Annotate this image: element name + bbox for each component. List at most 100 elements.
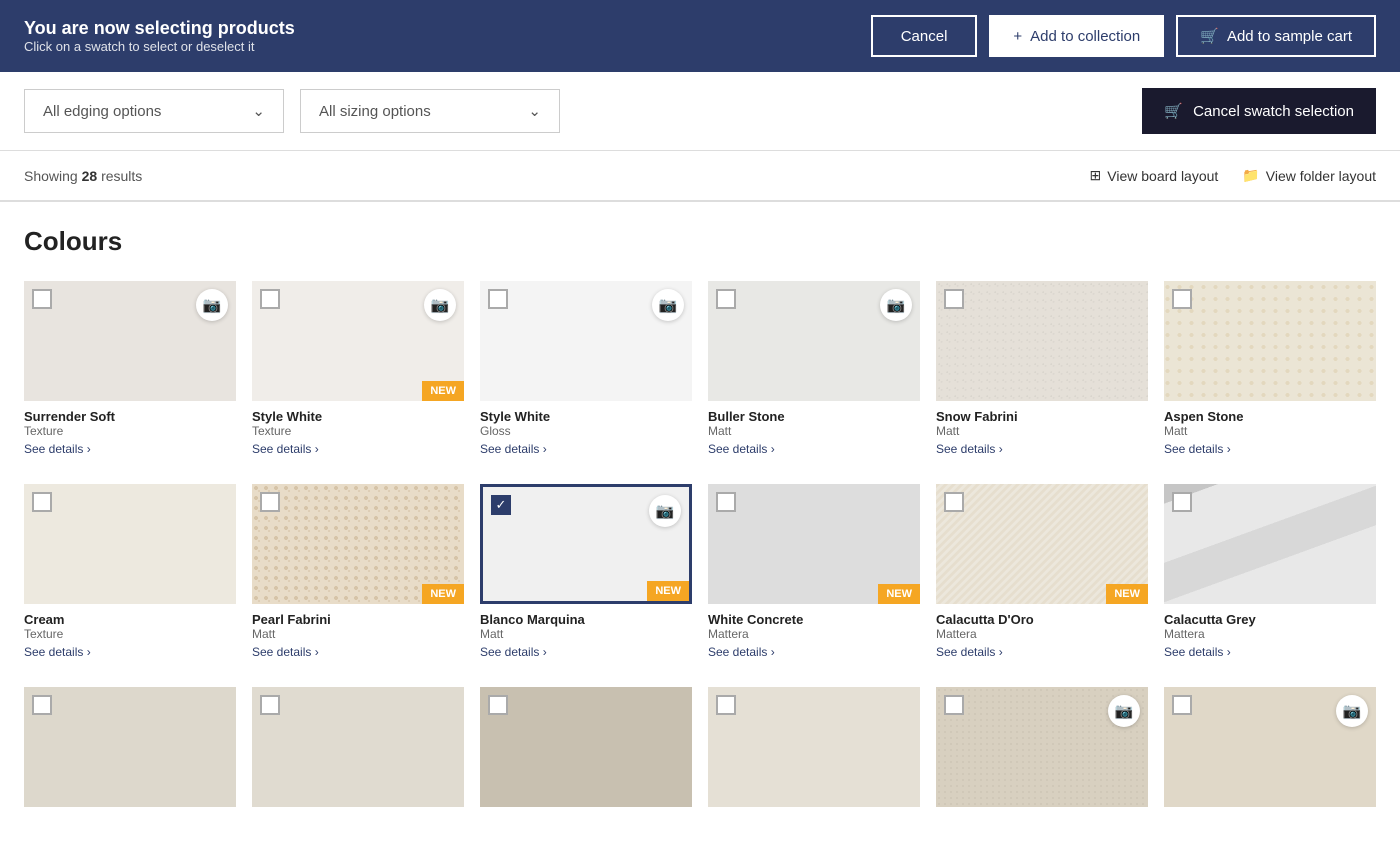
filters-bar: All edging options ⌄ All sizing options …	[0, 72, 1400, 151]
product-checkbox[interactable]	[260, 695, 280, 715]
view-board-layout-button[interactable]: ⊞ View board layout	[1090, 167, 1219, 184]
product-checkbox[interactable]	[716, 695, 736, 715]
product-see-details-link[interactable]: See details ›	[24, 442, 236, 456]
product-image-wrap: NEW	[252, 484, 464, 604]
cancel-swatch-label: Cancel swatch selection	[1193, 103, 1354, 120]
product-image-wrap	[708, 687, 920, 807]
new-badge: NEW	[1106, 584, 1148, 604]
top-bar: You are now selecting products Click on …	[0, 0, 1400, 72]
product-see-details-link[interactable]: See details ›	[480, 645, 692, 659]
product-info: Snow FabriniMattSee details ›	[936, 401, 1148, 460]
product-card[interactable]: 📷	[936, 687, 1148, 807]
add-to-collection-button[interactable]: + Add to collection	[989, 15, 1164, 57]
results-bar: Showing 28 results ⊞ View board layout 📁…	[0, 151, 1400, 202]
product-info: Style WhiteTextureSee details ›	[252, 401, 464, 460]
product-name: Blanco Marquina	[480, 612, 692, 627]
product-checkbox[interactable]	[716, 289, 736, 309]
product-see-details-link[interactable]: See details ›	[480, 442, 692, 456]
add-to-collection-label: Add to collection	[1030, 28, 1140, 45]
product-card[interactable]: NEWWhite ConcreteMatteraSee details ›	[708, 484, 920, 663]
product-checkbox[interactable]	[1172, 492, 1192, 512]
product-card[interactable]: NEWCalacutta D'OroMatteraSee details ›	[936, 484, 1148, 663]
product-checkbox[interactable]	[260, 289, 280, 309]
product-info: CreamTextureSee details ›	[24, 604, 236, 663]
product-see-details-link[interactable]: See details ›	[252, 442, 464, 456]
product-image-wrap: 📷NEW	[252, 281, 464, 401]
product-image-wrap: 📷	[936, 687, 1148, 807]
product-info: Style WhiteGlossSee details ›	[480, 401, 692, 460]
board-icon: ⊞	[1090, 167, 1102, 184]
product-see-details-link[interactable]: See details ›	[708, 645, 920, 659]
product-card[interactable]: 📷	[1164, 687, 1376, 807]
product-checkbox[interactable]	[1172, 289, 1192, 309]
product-info: White ConcreteMatteraSee details ›	[708, 604, 920, 663]
add-to-sample-cart-button[interactable]: 🛒 Add to sample cart	[1176, 15, 1376, 57]
product-card[interactable]	[24, 687, 236, 807]
top-bar-left: You are now selecting products Click on …	[24, 18, 295, 54]
edging-options-dropdown[interactable]: All edging options ⌄	[24, 89, 284, 133]
folder-icon: 📁	[1242, 167, 1259, 184]
product-checkbox[interactable]	[32, 695, 52, 715]
product-swatch	[1164, 281, 1376, 401]
product-card[interactable]: Aspen StoneMattSee details ›	[1164, 281, 1376, 460]
camera-icon[interactable]: 📷	[652, 289, 684, 321]
product-checkbox[interactable]	[260, 492, 280, 512]
product-card[interactable]: 📷 Style WhiteGlossSee details ›	[480, 281, 692, 460]
product-image-wrap: NEW	[708, 484, 920, 604]
product-card[interactable]: 📷 Buller StoneMattSee details ›	[708, 281, 920, 460]
camera-icon[interactable]: 📷	[196, 289, 228, 321]
product-see-details-link[interactable]: See details ›	[24, 645, 236, 659]
product-info: Buller StoneMattSee details ›	[708, 401, 920, 460]
product-image-wrap	[1164, 484, 1376, 604]
product-checkbox[interactable]	[488, 289, 508, 309]
camera-icon[interactable]: 📷	[424, 289, 456, 321]
collection-icon: +	[1013, 28, 1022, 45]
sizing-options-dropdown[interactable]: All sizing options ⌄	[300, 89, 560, 133]
product-name: White Concrete	[708, 612, 920, 627]
product-name: Snow Fabrini	[936, 409, 1148, 424]
product-checkbox[interactable]	[944, 289, 964, 309]
product-card[interactable]: CreamTextureSee details ›	[24, 484, 236, 663]
product-see-details-link[interactable]: See details ›	[252, 645, 464, 659]
product-checkbox[interactable]	[488, 695, 508, 715]
cart-icon: 🛒	[1164, 102, 1183, 120]
product-checkbox[interactable]: ✓	[491, 495, 511, 515]
camera-icon[interactable]: 📷	[1336, 695, 1368, 727]
product-checkbox[interactable]	[32, 289, 52, 309]
product-type: Matt	[480, 627, 692, 641]
products-row-2: CreamTextureSee details ›NEWPearl Fabrin…	[24, 484, 1376, 663]
camera-icon[interactable]: 📷	[649, 495, 681, 527]
product-checkbox[interactable]	[1172, 695, 1192, 715]
cancel-top-button[interactable]: Cancel	[871, 15, 978, 57]
product-checkbox[interactable]	[944, 695, 964, 715]
product-see-details-link[interactable]: See details ›	[1164, 645, 1376, 659]
product-card[interactable]: 📷NEWStyle WhiteTextureSee details ›	[252, 281, 464, 460]
product-card[interactable]	[708, 687, 920, 807]
product-card[interactable]: Calacutta GreyMatteraSee details ›	[1164, 484, 1376, 663]
product-image-wrap: ✓📷NEW	[480, 484, 692, 604]
camera-icon[interactable]: 📷	[1108, 695, 1140, 727]
sizing-placeholder: All sizing options	[319, 103, 431, 120]
product-card[interactable]: ✓📷NEWBlanco MarquinaMattSee details ›	[480, 484, 692, 663]
product-checkbox[interactable]	[32, 492, 52, 512]
camera-icon[interactable]: 📷	[880, 289, 912, 321]
product-see-details-link[interactable]: See details ›	[1164, 442, 1376, 456]
product-see-details-link[interactable]: See details ›	[708, 442, 920, 456]
product-card[interactable]: Snow FabriniMattSee details ›	[936, 281, 1148, 460]
product-see-details-link[interactable]: See details ›	[936, 442, 1148, 456]
view-folder-layout-button[interactable]: 📁 View folder layout	[1242, 167, 1376, 184]
cancel-swatch-button[interactable]: 🛒 Cancel swatch selection	[1142, 88, 1376, 134]
product-type: Texture	[24, 627, 236, 641]
product-image-wrap: NEW	[936, 484, 1148, 604]
product-type: Mattera	[1164, 627, 1376, 641]
chevron-down-icon: ⌄	[528, 102, 541, 120]
product-card[interactable]: NEWPearl FabriniMattSee details ›	[252, 484, 464, 663]
product-image-wrap: 📷	[1164, 687, 1376, 807]
product-checkbox[interactable]	[944, 492, 964, 512]
product-card[interactable]	[480, 687, 692, 807]
product-checkbox[interactable]	[716, 492, 736, 512]
product-card[interactable]: 📷Surrender SoftTextureSee details ›	[24, 281, 236, 460]
product-card[interactable]	[252, 687, 464, 807]
cart-icon: 🛒	[1200, 27, 1219, 45]
product-see-details-link[interactable]: See details ›	[936, 645, 1148, 659]
